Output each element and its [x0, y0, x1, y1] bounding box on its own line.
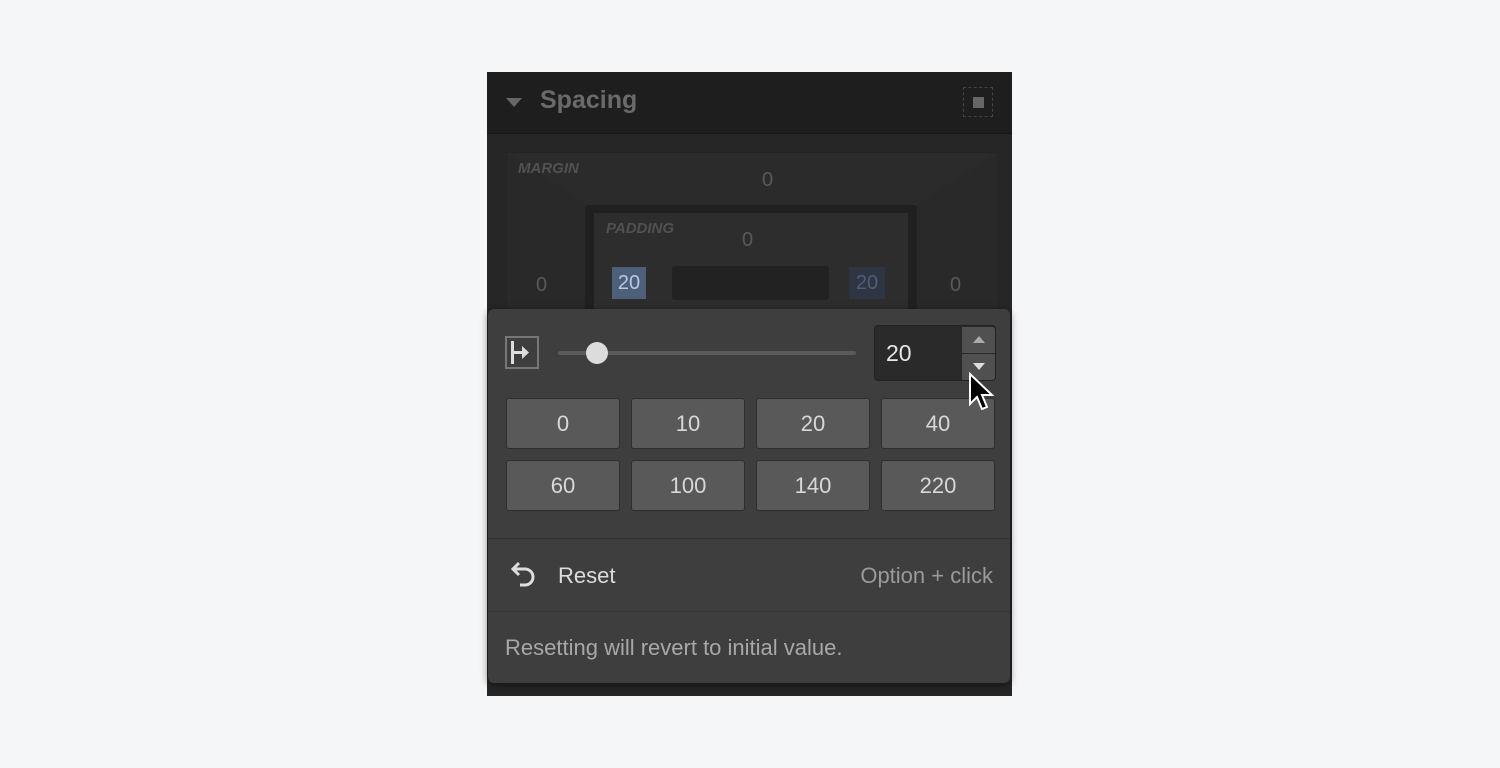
mouse-cursor-icon — [969, 372, 995, 411]
section-header[interactable]: Spacing — [487, 72, 1012, 134]
preset-button[interactable]: 0 — [506, 398, 620, 449]
preset-button[interactable]: 100 — [631, 460, 745, 511]
slider-thumb[interactable] — [586, 342, 608, 364]
section-title: Spacing — [540, 86, 638, 114]
undo-icon — [510, 561, 535, 587]
margin-left-value[interactable]: 0 — [536, 274, 547, 297]
padding-left-value[interactable]: 20 — [612, 267, 646, 299]
divider — [488, 611, 1010, 612]
content-box — [672, 266, 829, 300]
arrow-down-icon — [973, 363, 985, 370]
caret-down-icon[interactable] — [506, 98, 522, 107]
padding-top-value[interactable]: 0 — [742, 229, 753, 252]
padding-box: PADDING 0 20 20 — [585, 205, 917, 325]
reset-shortcut: Option + click — [860, 563, 993, 588]
preset-button[interactable]: 20 — [756, 398, 870, 449]
box-spacing-icon[interactable] — [963, 87, 993, 117]
margin-right-value[interactable]: 0 — [950, 274, 961, 297]
arrow-up-icon — [973, 336, 985, 343]
preset-button[interactable]: 220 — [881, 460, 995, 511]
reset-button[interactable]: Reset Option + click — [488, 539, 1010, 611]
margin-label: MARGIN — [518, 160, 579, 177]
preset-button[interactable]: 10 — [631, 398, 745, 449]
margin-top-value[interactable]: 0 — [762, 169, 773, 192]
increment-button[interactable] — [962, 327, 995, 353]
padding-label: PADDING — [606, 220, 675, 237]
preset-button[interactable]: 140 — [756, 460, 870, 511]
preset-button[interactable]: 60 — [506, 460, 620, 511]
padding-left-icon — [505, 336, 539, 369]
reset-hint: Resetting will revert to initial value. — [505, 635, 843, 660]
padding-right-value[interactable]: 20 — [849, 267, 885, 299]
reset-label: Reset — [558, 563, 616, 588]
spacing-value-popup: 20 0 10 20 40 60 100 140 220 Reset Optio… — [488, 309, 1010, 683]
